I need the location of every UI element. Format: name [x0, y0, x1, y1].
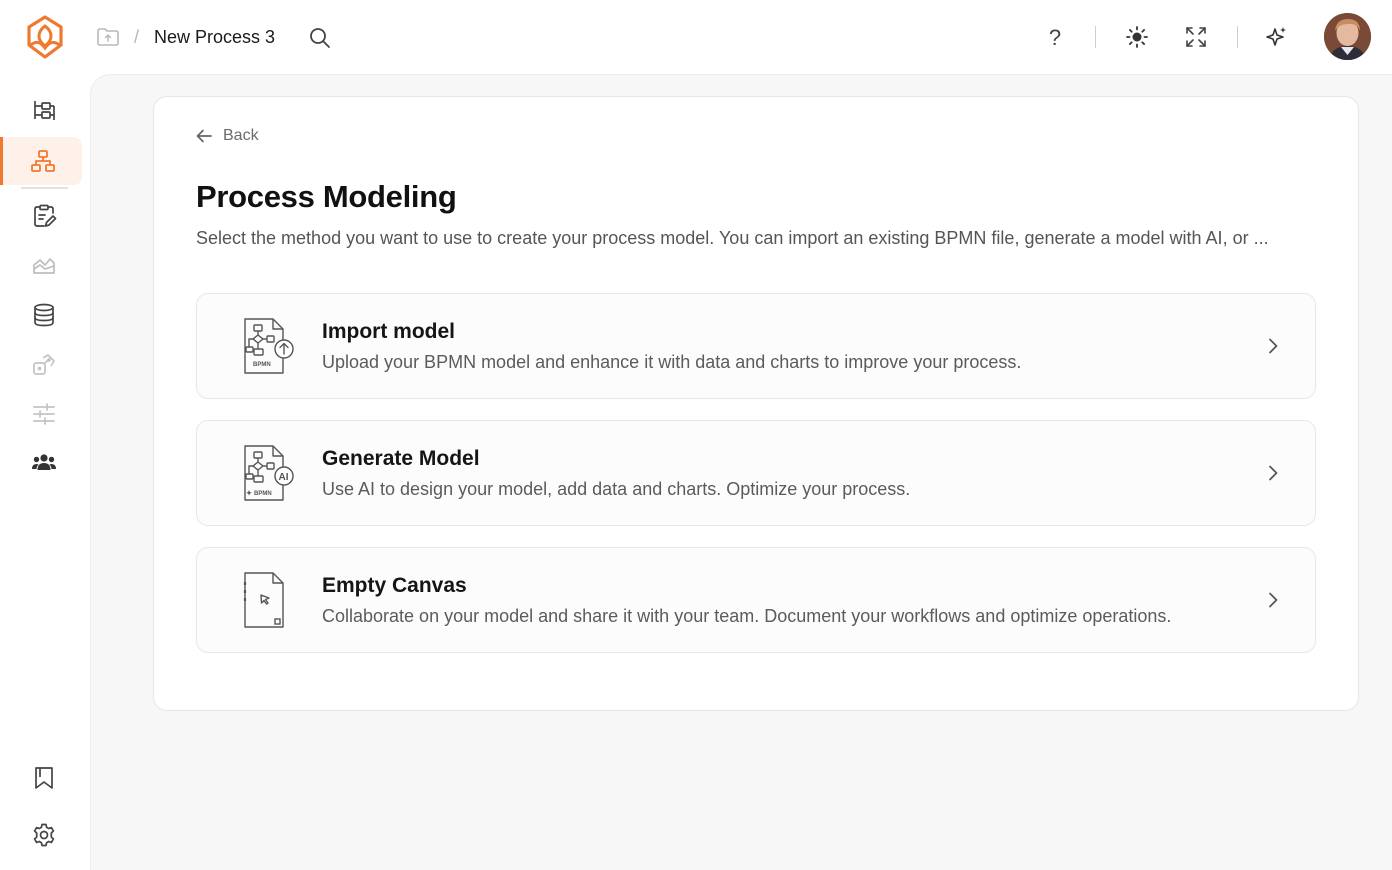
icon-badge-text: AI	[279, 472, 289, 483]
icon-tag-text: BPMN	[254, 491, 272, 497]
sidebar-item-adjustments[interactable]	[0, 390, 88, 438]
hierarchy-icon	[30, 150, 55, 172]
folder-icon[interactable]	[96, 26, 120, 48]
option-title: Generate Model	[322, 447, 480, 470]
back-label: Back	[223, 127, 259, 144]
arrow-left-icon	[196, 129, 212, 143]
sidebar-item-bookmarks[interactable]	[0, 754, 88, 802]
bpmn-upload-icon: BPMN	[239, 316, 299, 376]
tree-structure-icon	[34, 101, 55, 120]
gear-icon	[33, 823, 55, 847]
sidebar-active-underline	[21, 187, 68, 189]
option-description: Upload your BPMN model and enhance it wi…	[322, 352, 1022, 372]
fullscreen-icon[interactable]	[1184, 25, 1208, 49]
sliders-icon	[33, 403, 55, 425]
user-avatar[interactable]	[1324, 13, 1371, 60]
icon-tag-text: BPMN	[253, 362, 271, 368]
sidebar-item-tree[interactable]	[0, 87, 88, 135]
page-title: Process Modeling	[196, 179, 457, 214]
sparkles-icon[interactable]	[1265, 25, 1289, 49]
area-chart-icon	[33, 258, 55, 274]
help-icon[interactable]: ?	[1044, 25, 1066, 51]
sidebar-item-tasks[interactable]	[0, 192, 88, 240]
bookmark-icon	[35, 767, 53, 789]
sidebar-item-team[interactable]	[0, 439, 88, 487]
sidebar-item-database[interactable]	[0, 291, 88, 339]
app-logo-icon[interactable]	[24, 14, 66, 60]
option-card-import-model[interactable]: BPMN Import model Upload your BPMN model…	[196, 293, 1316, 399]
sidebar	[0, 74, 90, 870]
clipboard-edit-icon	[34, 204, 57, 227]
sidebar-item-simulation[interactable]	[0, 341, 88, 389]
sidebar-item-settings[interactable]	[0, 811, 88, 859]
option-title: Import model	[322, 320, 456, 343]
users-icon	[32, 454, 56, 470]
breadcrumb-process-title[interactable]: New Process 3	[154, 27, 275, 48]
bpmn-ai-icon: AI BPMN	[239, 443, 299, 503]
sidebar-item-process-model[interactable]	[0, 137, 82, 185]
chevron-right-icon	[1263, 463, 1283, 483]
option-title: Empty Canvas	[322, 574, 467, 597]
sidebar-item-analytics[interactable]	[0, 242, 88, 290]
process-modeling-panel: Back Process Modeling Select the method …	[153, 96, 1359, 711]
breadcrumb-separator: /	[134, 27, 140, 47]
chevron-right-icon	[1263, 590, 1283, 610]
page-description: Select the method you want to use to cre…	[196, 228, 1269, 248]
sun-icon[interactable]	[1125, 25, 1149, 49]
option-card-generate-model[interactable]: AI BPMN Generate Model Use AI to design …	[196, 420, 1316, 526]
chevron-right-icon	[1263, 336, 1283, 356]
option-description: Use AI to design your model, add data an…	[322, 479, 911, 499]
empty-canvas-icon	[239, 570, 299, 630]
top-bar: / New Process 3 ?	[0, 0, 1392, 74]
search-icon[interactable]	[308, 26, 332, 50]
toolbar-divider	[1095, 26, 1096, 48]
toolbar-divider	[1237, 26, 1238, 48]
database-icon	[34, 303, 54, 327]
option-card-empty-canvas[interactable]: Empty Canvas Collaborate on your model a…	[196, 547, 1316, 653]
main-content: Back Process Modeling Select the method …	[90, 74, 1392, 870]
option-description: Collaborate on your model and share it w…	[322, 606, 1172, 626]
back-button[interactable]: Back	[195, 127, 259, 145]
dice-icon	[33, 354, 55, 375]
